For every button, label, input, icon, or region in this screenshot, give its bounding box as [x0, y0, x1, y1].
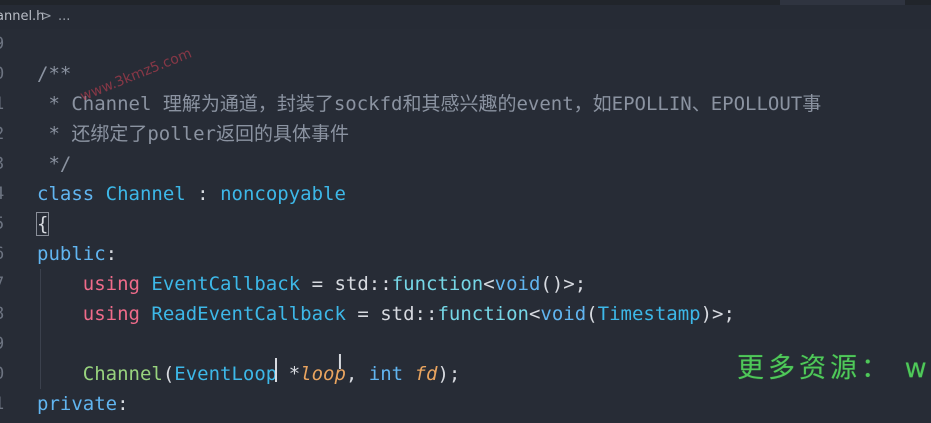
code-token: ::: [368, 273, 392, 295]
code-text: using ReadEventCallback = std::function<…: [37, 299, 735, 329]
code-token: using: [82, 303, 140, 325]
code-token: void: [540, 303, 587, 325]
breadcrumb-file[interactable]: annel.h: [0, 5, 44, 29]
code-line[interactable]: 7 using EventCallback = std::function<vo…: [0, 269, 931, 299]
code-token: )>;: [700, 303, 735, 325]
code-text: Channel(EventLoop *loop, int fd);: [37, 359, 461, 389]
line-number: 2: [0, 119, 10, 149]
code-token: using: [82, 273, 140, 295]
code-token: :: [117, 393, 129, 415]
code-line[interactable]: 2 * 还绑定了poller返回的具体事件: [0, 119, 931, 149]
code-token: (: [162, 363, 175, 385]
code-line[interactable]: 3 */: [0, 149, 931, 179]
code-text: /**: [37, 59, 71, 89]
code-text: private:: [37, 389, 129, 419]
code-text: */: [37, 149, 71, 179]
line-number: 7: [0, 269, 10, 299]
code-token: Channel: [105, 183, 186, 205]
code-text: * 还绑定了poller返回的具体事件: [37, 119, 349, 149]
code-token: std: [334, 273, 369, 295]
code-token: =: [345, 303, 381, 325]
code-token: Channel: [82, 363, 163, 385]
code-token: :: [185, 183, 221, 205]
code-token: ReadEventCallback: [151, 303, 346, 325]
code-token: <: [528, 303, 541, 325]
code-line[interactable]: 1 private:: [0, 389, 931, 419]
code-token: ,: [345, 363, 369, 385]
code-token: ::: [414, 303, 438, 325]
code-text: * Channel 理解为通道，封装了sockfd和其感兴趣的event，如EP…: [37, 89, 821, 119]
code-text: class Channel : noncopyable: [37, 179, 346, 209]
breadcrumb: annel.h > ...: [0, 5, 931, 29]
line-number: 5: [0, 209, 10, 239]
line-number: 1: [0, 89, 10, 119]
code-token: /**: [37, 63, 72, 85]
code-token: */: [37, 153, 72, 175]
code-editor-window: annel.h > ... 90/**1 * Channel 理解为通道，封装了…: [0, 0, 931, 423]
breadcrumb-more[interactable]: ...: [58, 5, 70, 29]
watermark-resource: 更多资源： ww: [737, 353, 931, 384]
code-token: class: [37, 183, 95, 205]
line-number: 8: [0, 299, 10, 329]
code-token: void: [494, 273, 541, 295]
line-number: 0: [0, 59, 10, 89]
code-token: ()>;: [540, 273, 587, 295]
line-number: 9: [0, 29, 10, 59]
code-token: :: [105, 243, 118, 265]
code-token: private: [37, 393, 118, 415]
code-token: EventCallback: [151, 273, 301, 295]
line-number: 6: [0, 239, 10, 269]
code-token: public: [37, 243, 106, 265]
code-token: =: [300, 273, 335, 295]
line-number: 4: [0, 179, 10, 209]
code-token: * 还绑定了poller返回的具体事件: [37, 123, 349, 145]
breadcrumb-separator: >: [41, 9, 52, 24]
code-token: int: [368, 363, 404, 385]
code-line[interactable]: 9: [0, 29, 931, 59]
code-line[interactable]: 6 public:: [0, 239, 931, 269]
code-token: <: [483, 273, 495, 295]
code-token: (: [586, 303, 598, 325]
line-number: 9: [0, 329, 10, 359]
line-number: 1: [0, 389, 10, 419]
code-token: * Channel 理解为通道，封装了sockfd和其感兴趣的event，如EP…: [37, 93, 822, 115]
code-token: EventLoop: [174, 363, 278, 385]
code-token: noncopyable: [220, 183, 346, 205]
code-text: using EventCallback = std::function<void…: [37, 269, 586, 299]
code-text: {: [35, 209, 50, 239]
code-token: {: [35, 212, 50, 236]
code-line[interactable]: 5{: [0, 209, 931, 239]
mouse-ibeam-icon: I: [337, 350, 343, 374]
code-token: function: [391, 273, 484, 295]
code-line[interactable]: 8 using ReadEventCallback = std::functio…: [0, 299, 931, 329]
line-number: 0: [0, 359, 10, 389]
code-line[interactable]: 4 class Channel : noncopyable: [0, 179, 931, 209]
text-cursor: [275, 358, 277, 382]
code-line[interactable]: 1 * Channel 理解为通道，封装了sockfd和其感兴趣的event，如…: [0, 89, 931, 119]
line-number: 3: [0, 149, 10, 179]
code-text: public:: [37, 239, 117, 269]
code-token: fd: [414, 363, 438, 385]
code-token: *: [277, 363, 301, 385]
code-token: std: [380, 303, 415, 325]
code-token: function: [437, 303, 529, 325]
code-token: Timestamp: [597, 303, 701, 325]
code-token: );: [437, 363, 461, 385]
